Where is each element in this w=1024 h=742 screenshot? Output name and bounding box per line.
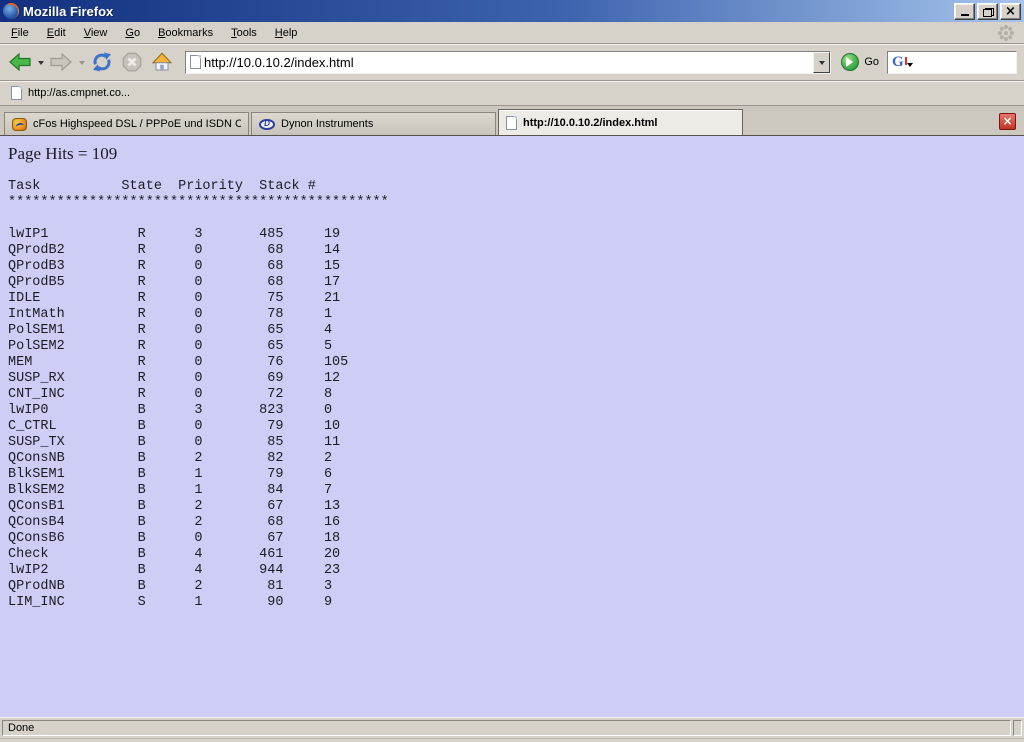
task-table: Task State Priority Stack # ************… [8,179,1016,611]
status-bar: Done [0,717,1024,738]
page-hits-text: Page Hits = 109 [8,144,1016,164]
address-input[interactable] [201,53,813,71]
chevron-down-icon [79,61,85,68]
window-title: Mozilla Firefox [23,4,950,19]
dynon-icon [259,119,275,130]
tab-3[interactable]: http://10.0.10.2/index.html [498,109,743,135]
menu-view[interactable]: View [75,23,117,43]
address-bar[interactable] [185,51,831,74]
forward-arrow-icon [49,53,73,71]
menu-go[interactable]: Go [116,23,149,43]
minimize-button[interactable] [954,3,975,20]
tab-2[interactable]: Dynon Instruments [251,112,496,135]
cfos-icon [12,118,27,131]
stop-icon [122,52,142,72]
home-button[interactable] [147,46,177,78]
page-content: Page Hits = 109 Task State Priority Stac… [0,136,1024,717]
tab-1[interactable]: cFos Highspeed DSL / PPPoE und ISDN CAP.… [4,112,249,135]
tab-bar: cFos Highspeed DSL / PPPoE und ISDN CAP.… [0,106,1024,136]
go-arrow-icon [841,53,859,71]
window-controls: × [954,3,1021,20]
address-dropdown-button[interactable] [813,52,830,73]
status-text: Done [8,722,34,734]
chevron-down-icon [819,61,825,68]
resize-grip[interactable] [1013,720,1022,736]
title-bar: Mozilla Firefox × [0,0,1024,22]
close-tab-button[interactable]: × [999,113,1016,130]
browser-window: Mozilla Firefox × FileEditViewGoBookmark… [0,0,1024,742]
page-icon [11,86,22,100]
go-button[interactable]: Go [837,46,887,78]
menu-items: FileEditViewGoBookmarksToolsHelp [2,23,306,43]
forward-button[interactable] [46,46,76,78]
bookmark-item[interactable]: http://as.cmpnet.co... [7,84,134,102]
restore-icon [983,8,992,17]
page-icon [190,55,201,69]
reload-button[interactable] [87,46,117,78]
back-arrow-icon [8,53,32,71]
bookmarks-toolbar: http://as.cmpnet.co... [0,81,1024,106]
back-button[interactable] [5,46,35,78]
page-icon [506,116,517,130]
menu-edit[interactable]: Edit [38,23,75,43]
search-bar[interactable]: G [887,51,1017,74]
menu-bar: FileEditViewGoBookmarksToolsHelp [0,22,1024,44]
back-dropdown-button[interactable] [35,46,46,78]
home-icon [152,52,172,72]
chevron-down-icon [38,61,44,68]
close-button[interactable]: × [1000,3,1021,20]
restore-button[interactable] [977,3,998,20]
search-input[interactable] [913,55,1012,69]
menu-help[interactable]: Help [266,23,307,43]
reload-icon [92,52,112,72]
status-panel: Done [2,720,1011,736]
close-icon: × [1005,4,1016,19]
firefox-icon [3,3,19,19]
minimize-icon [961,14,969,16]
navigation-toolbar: Go G [0,44,1024,81]
bookmark-label: http://as.cmpnet.co... [28,87,130,99]
tab-label: Dynon Instruments [281,118,488,130]
stop-button[interactable] [117,46,147,78]
window-frame-bottom [0,738,1024,742]
tab-label: http://10.0.10.2/index.html [523,117,735,129]
menu-tools[interactable]: Tools [222,23,266,43]
google-logo-icon: G [892,55,913,70]
go-label: Go [864,56,879,68]
menu-bookmarks[interactable]: Bookmarks [149,23,222,43]
throbber-icon [998,25,1014,41]
tab-label: cFos Highspeed DSL / PPPoE und ISDN CAP.… [33,118,241,130]
forward-dropdown-button[interactable] [76,46,87,78]
menu-file[interactable]: File [2,23,38,43]
tabs-container: cFos Highspeed DSL / PPPoE und ISDN CAP.… [4,109,745,135]
